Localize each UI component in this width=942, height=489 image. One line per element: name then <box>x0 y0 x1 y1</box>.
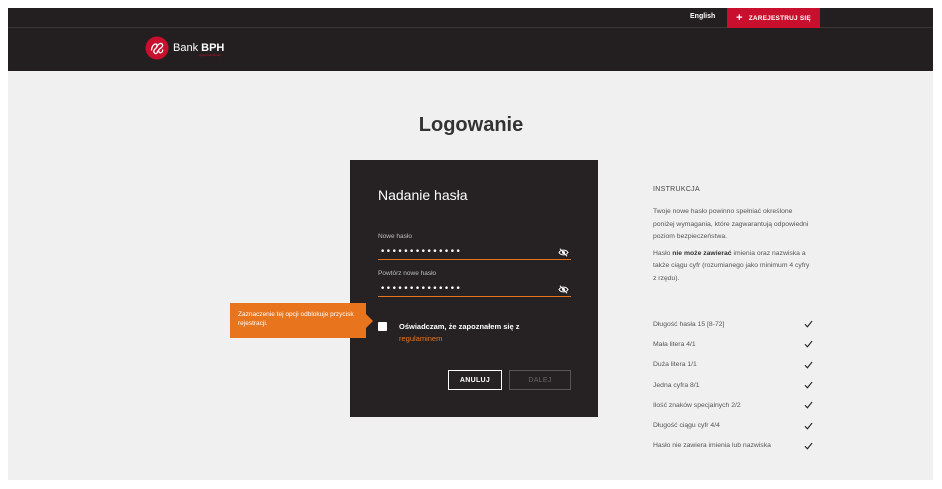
check-icon <box>804 320 813 328</box>
requirement-item: Długość ciągu cyfr 4/4 <box>653 415 813 435</box>
check-icon <box>804 422 813 430</box>
requirement-item: Duża litera 1/1 <box>653 355 813 375</box>
brand-tagline: grupa GE Money <box>199 53 222 57</box>
requirement-label: Duża litera 1/1 <box>653 361 697 369</box>
password-form-card: Nadanie hasła Nowe hasło Powtórz nowe ha… <box>350 160 598 417</box>
requirements-list: Długość hasła 15 [8-72] Mała litera 4/1 Du… <box>653 314 813 456</box>
top-bar: English + ZAREJESTRUJ SIĘ <box>8 8 933 28</box>
hide-repeat-password-icon[interactable] <box>558 285 569 294</box>
cancel-button[interactable]: ANULUJ <box>448 370 502 390</box>
requirement-label: Ilość znaków specjalnych 2/2 <box>653 401 741 409</box>
check-icon <box>804 402 813 409</box>
site-header: Bank BPH grupa GE Money <box>8 28 933 71</box>
language-switch[interactable]: English <box>690 13 715 20</box>
requirement-label: Mała litera 4/1 <box>653 340 696 348</box>
instructions-paragraph: Twoje nowe hasło powinno spełniać określ… <box>653 208 809 240</box>
next-button[interactable]: DALEJ <box>509 370 571 390</box>
requirement-item: Ilość znaków specjalnych 2/2 <box>653 395 813 415</box>
instructions-restriction: Hasło nie może zawierać imienia oraz naz… <box>653 249 810 282</box>
terms-checkbox[interactable] <box>378 322 387 331</box>
requirement-label: Jedna cyfra 8/1 <box>653 381 700 389</box>
tooltip-arrow <box>366 314 373 328</box>
check-icon <box>804 341 813 349</box>
register-button[interactable]: + ZAREJESTRUJ SIĘ <box>727 8 820 28</box>
new-password-label: Nowe hasło <box>378 233 412 240</box>
form-title: Nadanie hasła <box>378 187 468 203</box>
repeat-password-input[interactable] <box>378 281 571 297</box>
requirement-label: Długość ciągu cyfr 4/4 <box>653 422 720 430</box>
plus-icon: + <box>736 11 743 24</box>
instructions-title: INSTRUKCJA <box>653 186 700 193</box>
requirement-item: Długość hasła 15 [8-72] <box>653 314 813 334</box>
brand-name: Bank BPH <box>173 41 225 54</box>
requirement-label: Hasło nie zawiera imienia lub nazwiska <box>653 442 771 450</box>
check-icon <box>804 381 813 389</box>
bank-logo[interactable]: Bank BPH grupa GE Money <box>145 36 224 60</box>
checkbox-tooltip: Zaznaczenie tej opcji odblokuje przycisk… <box>230 303 373 338</box>
declaration-text: Oświadczam, że zapoznałem się z regulami… <box>399 322 520 343</box>
tooltip-text: Zaznaczenie tej opcji odblokuje przycisk… <box>238 311 354 327</box>
requirement-item: Jedna cyfra 8/1 <box>653 375 813 395</box>
repeat-password-label: Powtórz nowe hasło <box>378 270 437 277</box>
requirement-label: Długość hasła 15 [8-72] <box>653 320 725 328</box>
check-icon <box>804 442 813 450</box>
check-icon <box>804 361 813 369</box>
terms-link[interactable]: regulaminem <box>399 334 442 343</box>
requirement-item: Mała litera 4/1 <box>653 334 813 354</box>
requirement-item: Hasło nie zawiera imienia lub nazwiska <box>653 436 813 456</box>
bph-logo-icon <box>145 36 169 60</box>
page-title: Logowanie <box>418 114 524 136</box>
register-label: ZAREJESTRUJ SIĘ <box>748 14 811 22</box>
instructions-panel: INSTRUKCJA Twoje nowe hasło powinno speł… <box>653 186 813 289</box>
new-password-input[interactable] <box>378 244 571 260</box>
hide-password-icon[interactable] <box>558 248 569 257</box>
